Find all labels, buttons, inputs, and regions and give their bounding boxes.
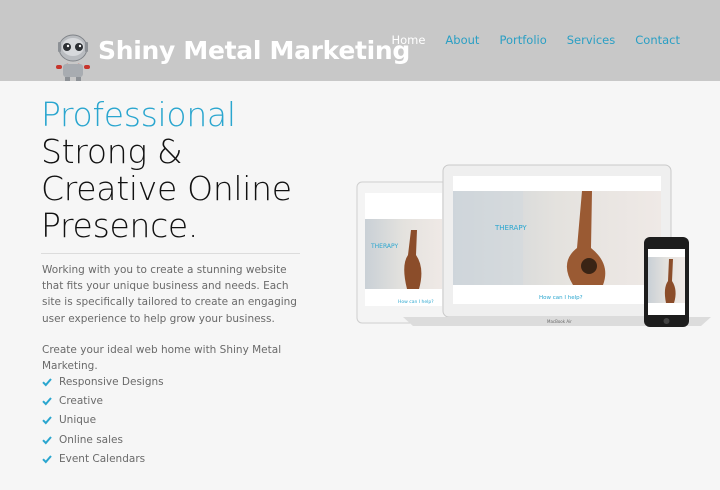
tablet-help-text: How can I help?	[398, 299, 434, 305]
headline-line: Presence.	[41, 206, 199, 245]
phone-device	[644, 237, 689, 327]
main-nav: Home About Portfolio Services Contact	[371, 33, 680, 47]
nav-contact[interactable]: Contact	[635, 33, 680, 47]
laptop-help-text: How can I help?	[539, 295, 583, 301]
intro-paragraph: Working with you to create a stunning we…	[42, 264, 297, 325]
check-icon	[42, 378, 52, 387]
feature-list: Responsive Designs Creative Unique Onlin…	[42, 372, 164, 469]
check-icon	[42, 455, 52, 464]
nav-home[interactable]: Home	[391, 33, 425, 47]
hero-headline: Professional Strong & Creative Online Pr…	[41, 96, 292, 244]
feature-item: Responsive Designs	[42, 372, 164, 391]
check-icon	[42, 436, 52, 445]
feature-item: Online sales	[42, 430, 164, 449]
feature-item: Creative	[42, 391, 164, 410]
feature-label: Unique	[59, 414, 97, 427]
robot-logo-icon[interactable]	[52, 33, 94, 81]
tablet-screen-heading: THERAPY	[370, 243, 398, 250]
laptop-screen-heading: THERAPY	[494, 224, 527, 232]
feature-label: Online sales	[59, 433, 123, 446]
cta-paragraph: Create your ideal web home with Shiny Me…	[42, 344, 282, 373]
nav-services[interactable]: Services	[567, 33, 616, 47]
hero-divider	[41, 253, 300, 254]
feature-item: Unique	[42, 411, 164, 430]
check-icon	[42, 397, 52, 406]
headline-line: Strong &	[41, 132, 183, 171]
feature-label: Creative	[59, 395, 104, 408]
feature-label: Event Calendars	[59, 453, 146, 466]
laptop-label: MacBook Air	[547, 319, 572, 324]
check-icon	[42, 416, 52, 425]
feature-item: Event Calendars	[42, 450, 164, 469]
brand-name[interactable]: Shiny Metal Marketing	[98, 36, 410, 65]
tablet-device: THERAPY How can I help?	[356, 181, 450, 324]
site-header: Shiny Metal Marketing Home About Portfol…	[0, 0, 720, 81]
headline-line: Creative Online	[41, 169, 292, 208]
nav-about[interactable]: About	[445, 33, 479, 47]
feature-label: Responsive Designs	[59, 375, 164, 388]
nav-portfolio[interactable]: Portfolio	[499, 33, 546, 47]
devices-mockup-image: THERAPY How can I help? THERAPY How can …	[356, 164, 711, 327]
headline-accent: Professional	[41, 95, 236, 134]
